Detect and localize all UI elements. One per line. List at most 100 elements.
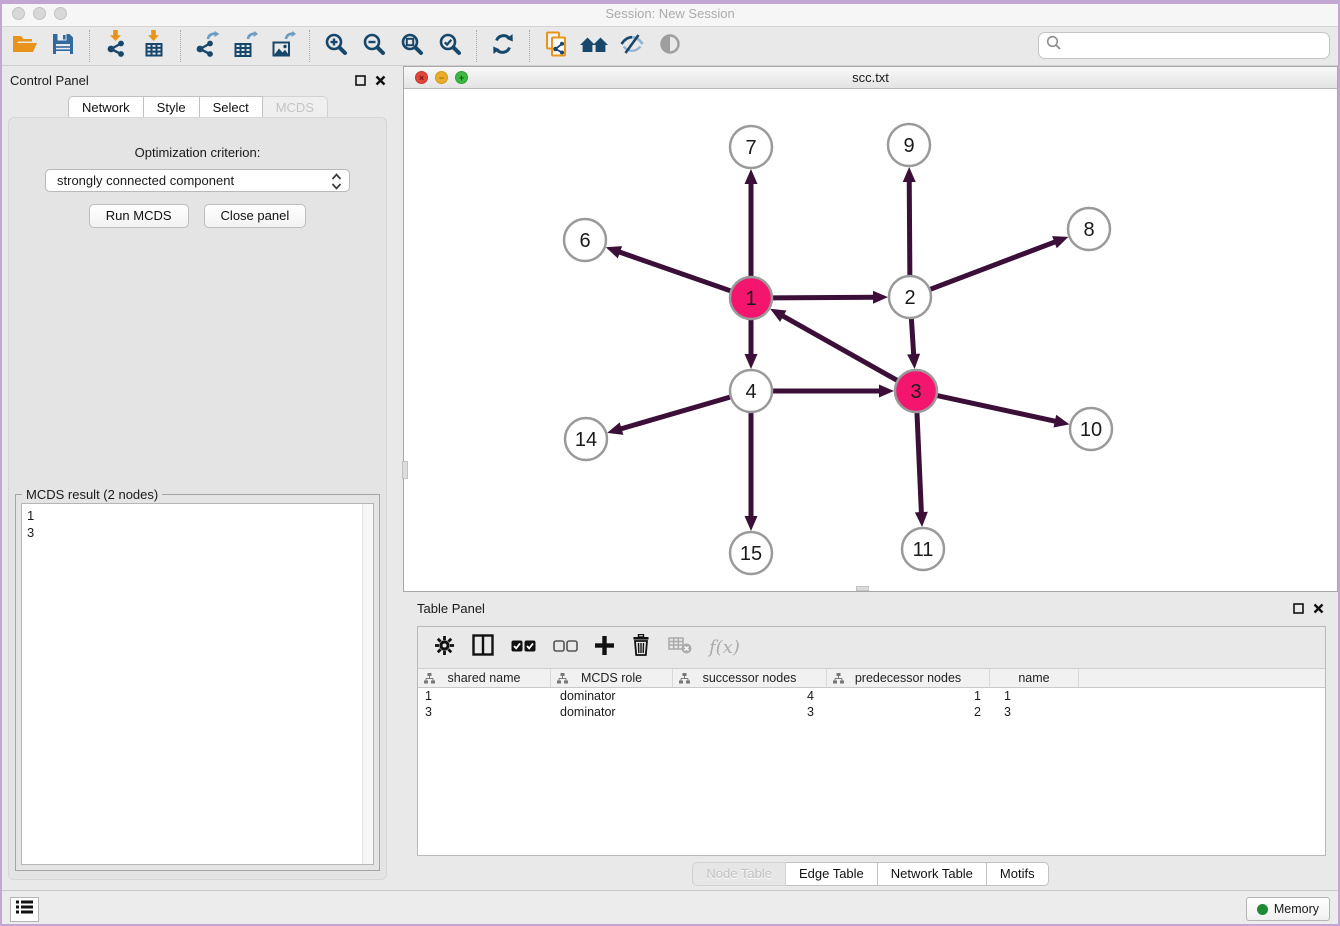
toolbar-separator <box>529 30 530 62</box>
unchecked-boxes-icon <box>553 639 578 657</box>
close-panel-icon[interactable] <box>375 73 386 91</box>
mcds-result-box[interactable]: 1 3 <box>21 503 374 865</box>
graph-edge-1-2[interactable] <box>772 297 875 298</box>
select-all-columns-button[interactable] <box>511 639 536 657</box>
home-icon <box>579 33 609 60</box>
column-header-predecessor-nodes[interactable]: predecessor nodes <box>827 669 990 687</box>
tab-network-table[interactable]: Network Table <box>878 862 987 886</box>
zoom-out-icon <box>362 32 386 61</box>
graph-node-label: 10 <box>1080 419 1102 441</box>
canvas-scroll-thumb[interactable] <box>856 586 869 591</box>
close-panel-icon[interactable] <box>1313 601 1324 619</box>
table-cell: 1 <box>418 689 551 703</box>
export-image-button[interactable] <box>264 29 302 63</box>
open-file-button[interactable] <box>6 29 44 63</box>
graph-edge-1-6[interactable] <box>618 252 731 292</box>
graph-edge-arrowhead <box>606 246 622 258</box>
memory-button[interactable]: Memory <box>1246 897 1330 921</box>
task-history-button[interactable] <box>10 897 39 922</box>
delete-column-button[interactable] <box>631 634 651 661</box>
tab-motifs[interactable]: Motifs <box>987 862 1049 886</box>
mcds-panel: Optimization criterion: strongly connect… <box>8 117 387 880</box>
search-input[interactable] <box>1067 38 1329 53</box>
zoom-in-button[interactable] <box>317 29 355 63</box>
column-header-mcds-role[interactable]: MCDS role <box>551 669 673 687</box>
graph-edge-3-10[interactable] <box>937 395 1057 421</box>
mcds-result-group: MCDS result (2 nodes) 1 3 <box>15 494 380 871</box>
refresh-button[interactable] <box>484 29 522 63</box>
function-builder-button[interactable]: f(x) <box>709 637 740 658</box>
run-mcds-button[interactable]: Run MCDS <box>89 204 189 228</box>
session-title: Session: New Session <box>0 6 1340 21</box>
tab-edge-table[interactable]: Edge Table <box>786 862 878 886</box>
clone-network-button[interactable] <box>537 29 575 63</box>
hide-annotations-button[interactable] <box>613 29 651 63</box>
graph-edge-2-8[interactable] <box>930 241 1057 289</box>
table-row[interactable]: 1dominator411 <box>418 688 1325 704</box>
zoom-out-button[interactable] <box>355 29 393 63</box>
toolbar-separator <box>476 30 477 62</box>
plus-icon <box>595 636 614 660</box>
import-network-button[interactable] <box>97 29 135 63</box>
toolbar-separator <box>180 30 181 62</box>
table-row[interactable]: 3dominator323 <box>418 704 1325 720</box>
graph-edge-3-1[interactable] <box>781 315 897 381</box>
tab-node-table[interactable]: Node Table <box>692 862 786 886</box>
network-canvas[interactable]: 1234678910111415 <box>404 89 1337 591</box>
table-cell: 3 <box>418 705 551 719</box>
graph-node-label: 2 <box>904 287 915 309</box>
zoom-selected-icon <box>438 32 462 61</box>
column-header-successor-nodes[interactable]: successor nodes <box>673 669 827 687</box>
zoom-fit-icon <box>400 32 424 61</box>
home-button[interactable] <box>575 29 613 63</box>
import-table-button[interactable] <box>135 29 173 63</box>
column-header-name[interactable]: name <box>990 669 1079 687</box>
refresh-icon <box>491 32 515 61</box>
zoom-selected-button[interactable] <box>431 29 469 63</box>
graph-edge-arrowhead <box>745 516 758 531</box>
float-panel-icon[interactable] <box>355 73 366 91</box>
result-scrollbar[interactable] <box>362 504 373 864</box>
table-toolbar: f(x) <box>418 627 1325 669</box>
graph-edge-arrowhead <box>1053 415 1069 428</box>
network-view-window: × − + scc.txt 1234678910111415 <box>403 66 1338 592</box>
control-panel: Control Panel Network Style Select MCDS … <box>0 66 396 890</box>
contrast-eye-button[interactable] <box>651 29 689 63</box>
table-panel: Table Panel f(x) shared name MCDS role s… <box>403 594 1338 890</box>
search-field[interactable] <box>1038 32 1330 59</box>
optimization-criterion-select[interactable]: strongly connected component <box>45 169 350 192</box>
table-header: shared name MCDS role successor nodes pr… <box>418 669 1325 688</box>
graph-edge-arrowhead <box>907 354 920 369</box>
control-panel-title: Control Panel <box>10 73 89 88</box>
graph-edge-2-9[interactable] <box>909 180 910 276</box>
data-type-icon <box>833 673 844 687</box>
zoom-in-icon <box>324 32 348 61</box>
network-window-titlebar[interactable]: × − + scc.txt <box>404 67 1337 89</box>
canvas-scroll-thumb[interactable] <box>402 461 408 479</box>
add-column-button[interactable] <box>595 636 614 660</box>
graph-node-label: 11 <box>913 539 934 561</box>
graph-node-label: 6 <box>579 230 590 252</box>
graph-node-label: 3 <box>910 381 921 403</box>
table-settings-button[interactable] <box>434 635 455 661</box>
deselect-all-columns-button[interactable] <box>553 639 578 657</box>
graph-edge-4-14[interactable] <box>620 397 731 429</box>
delete-table-button[interactable] <box>668 637 692 659</box>
split-columns-button[interactable] <box>472 634 494 661</box>
columns-icon <box>472 634 494 661</box>
table-rows: 1dominator4113dominator323 <box>418 688 1325 720</box>
list-icon <box>15 899 34 920</box>
table-cell: 4 <box>673 689 827 703</box>
export-table-icon <box>232 31 258 62</box>
graph-edge-2-3[interactable] <box>911 318 913 356</box>
close-panel-button[interactable]: Close panel <box>204 204 307 228</box>
graph-edge-3-11[interactable] <box>917 412 922 514</box>
fx-icon: f(x) <box>709 637 740 658</box>
export-network-button[interactable] <box>188 29 226 63</box>
zoom-fit-button[interactable] <box>393 29 431 63</box>
column-header-shared-name[interactable]: shared name <box>418 669 551 687</box>
float-panel-icon[interactable] <box>1293 601 1304 619</box>
table-cell: 1 <box>990 689 1079 703</box>
save-session-button[interactable] <box>44 29 82 63</box>
export-table-button[interactable] <box>226 29 264 63</box>
